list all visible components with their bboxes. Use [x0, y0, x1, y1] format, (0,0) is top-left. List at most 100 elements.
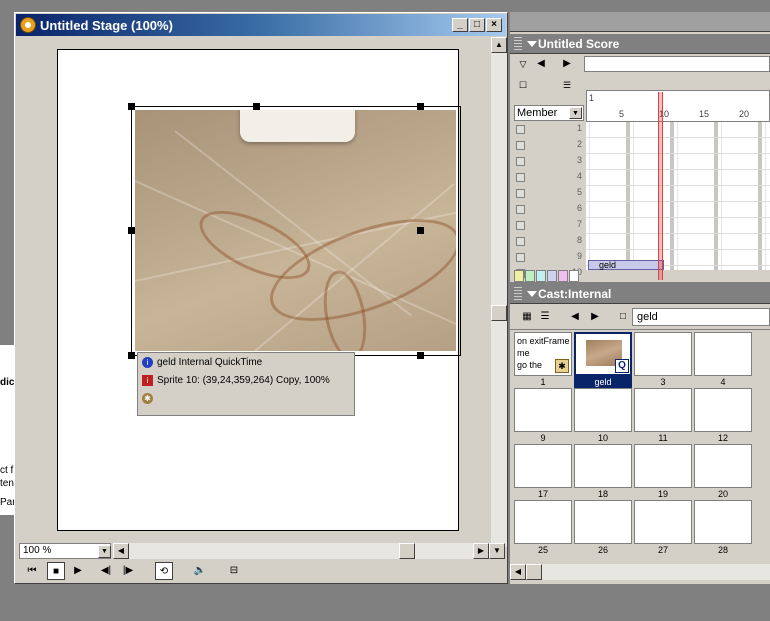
color-chip[interactable]	[514, 270, 524, 282]
color-chip[interactable]	[569, 270, 579, 282]
behavior-icon[interactable]: ✱	[142, 393, 153, 404]
cast-member-cell[interactable]: 27	[634, 500, 692, 556]
next-member-icon[interactable]: ▶	[586, 308, 604, 326]
marker-menu-icon[interactable]: ☰	[558, 76, 576, 94]
color-chip[interactable]	[547, 270, 557, 282]
score-grid[interactable]	[586, 122, 770, 270]
play-icon[interactable]: ▶	[69, 562, 87, 580]
channel-toggle[interactable]	[516, 189, 525, 198]
collapse-triangle-icon[interactable]	[527, 41, 537, 47]
marker-field[interactable]	[584, 56, 770, 72]
channel-row[interactable]: 3	[514, 154, 586, 170]
cast-member-thumbnail[interactable]: Q	[574, 332, 632, 376]
resize-handle[interactable]	[417, 227, 424, 234]
stop-icon[interactable]: ■	[47, 562, 65, 580]
drag-grip-icon[interactable]	[514, 37, 522, 51]
score-titlebar-top[interactable]	[510, 12, 770, 32]
cast-member-thumbnail[interactable]	[514, 500, 572, 544]
zoom-select[interactable]: 100 % ▼	[19, 543, 111, 559]
loop-icon[interactable]: ⟲	[155, 562, 173, 580]
channel-toggle[interactable]	[516, 221, 525, 230]
vertical-scrollbar[interactable]: ▲	[491, 37, 507, 547]
color-chip[interactable]	[536, 270, 546, 282]
cast-member-thumbnail[interactable]	[634, 332, 692, 376]
cast-member-cell[interactable]: 19	[634, 444, 692, 500]
cast-member-thumbnail[interactable]	[574, 500, 632, 544]
tempo-icon[interactable]: ⊟	[225, 562, 243, 580]
volume-icon[interactable]: 🔈	[191, 562, 209, 580]
cast-member-thumbnail[interactable]	[634, 444, 692, 488]
channel-row[interactable]: 1	[514, 122, 586, 138]
next-marker-icon[interactable]: ▶	[558, 55, 576, 73]
cast-member-cell[interactable]: 25	[514, 500, 572, 556]
scroll-left-button[interactable]: ◀	[113, 543, 129, 559]
member-type-icon[interactable]: □	[614, 308, 632, 326]
scroll-right-button[interactable]: ▶	[473, 543, 489, 559]
horizontal-scroll-thumb[interactable]	[399, 543, 415, 559]
cast-member-cell[interactable]: 4	[694, 332, 752, 388]
cast-member-cell[interactable]: Qgeld	[574, 332, 632, 388]
resize-handle[interactable]	[417, 352, 424, 359]
cast-member-thumbnail[interactable]	[514, 388, 572, 432]
drag-grip-icon[interactable]	[514, 287, 522, 301]
cast-scroll-thumb[interactable]	[526, 564, 542, 580]
cast-member-thumbnail[interactable]	[514, 444, 572, 488]
channel-row[interactable]: 2	[514, 138, 586, 154]
resize-handle[interactable]	[253, 103, 260, 110]
cast-member-thumbnail[interactable]	[694, 332, 752, 376]
frame-ruler[interactable]: 1 5 10 15 20	[586, 90, 770, 122]
horizontal-scrollbar[interactable]	[129, 543, 489, 559]
channel-toggle[interactable]	[516, 173, 525, 182]
cast-member-cell[interactable]: 12	[694, 388, 752, 444]
cast-member-cell[interactable]: 26	[574, 500, 632, 556]
color-chip[interactable]	[525, 270, 535, 282]
cast-member-cell[interactable]: 20	[694, 444, 752, 500]
collapse-triangle-icon[interactable]	[527, 291, 537, 297]
scroll-up-button[interactable]: ▲	[491, 37, 507, 53]
cast-header[interactable]: Cast:Internal	[510, 284, 770, 304]
channel-row[interactable]: 5	[514, 186, 586, 202]
stage-titlebar[interactable]: Untitled Stage (100%) _ □ ×	[16, 14, 506, 36]
geld-sprite-image[interactable]	[135, 110, 456, 351]
minimize-button[interactable]: _	[452, 18, 468, 32]
channel-row[interactable]: 9	[514, 250, 586, 266]
cast-member-name-input[interactable]: geld	[632, 308, 770, 326]
maximize-button[interactable]: □	[469, 18, 485, 32]
color-chip[interactable]	[558, 270, 568, 282]
cast-member-cell[interactable]: 28	[694, 500, 752, 556]
channel-toggle[interactable]	[516, 157, 525, 166]
channel-toggle[interactable]	[516, 205, 525, 214]
rewind-icon[interactable]: ⏮	[23, 562, 41, 580]
hide-channels-icon[interactable]: ☐	[514, 76, 532, 94]
cast-member-thumbnail[interactable]	[694, 500, 752, 544]
cast-member-thumbnail[interactable]: on exitFrame me go the ✱	[514, 332, 572, 376]
step-back-icon[interactable]: ◀|	[97, 562, 115, 580]
channel-toggle[interactable]	[516, 253, 525, 262]
cast-member-thumbnail[interactable]	[694, 388, 752, 432]
score-header[interactable]: Untitled Score	[510, 34, 770, 54]
channel-toggle[interactable]	[516, 237, 525, 246]
resize-handle[interactable]	[128, 352, 135, 359]
display-select[interactable]: Member ▼	[514, 105, 584, 121]
close-button[interactable]: ×	[486, 18, 502, 32]
cast-member-cell[interactable]: 10	[574, 388, 632, 444]
channel-row[interactable]: 6	[514, 202, 586, 218]
vertical-scroll-thumb[interactable]	[491, 305, 507, 321]
filter-icon[interactable]: ▽	[514, 55, 532, 73]
cast-view-style-icon[interactable]: ▦	[518, 308, 536, 326]
cast-member-thumbnail[interactable]	[574, 444, 632, 488]
cast-member-cell[interactable]: 9	[514, 388, 572, 444]
prev-marker-icon[interactable]: ◀	[532, 55, 550, 73]
cast-member-thumbnail[interactable]	[634, 388, 692, 432]
channel-toggle[interactable]	[516, 125, 525, 134]
resize-handle[interactable]	[128, 227, 135, 234]
channel-row[interactable]: 4	[514, 170, 586, 186]
previous-member-icon[interactable]: ◀	[566, 308, 584, 326]
cast-member-cell[interactable]: on exitFrame me go the ✱ 1	[514, 332, 572, 388]
cast-member-icon[interactable]: i	[142, 357, 153, 368]
cast-member-cell[interactable]: 17	[514, 444, 572, 500]
cast-member-thumbnail[interactable]	[634, 500, 692, 544]
channel-row[interactable]: 8	[514, 234, 586, 250]
resize-handle[interactable]	[128, 103, 135, 110]
chevron-down-icon[interactable]: ▼	[98, 545, 111, 558]
